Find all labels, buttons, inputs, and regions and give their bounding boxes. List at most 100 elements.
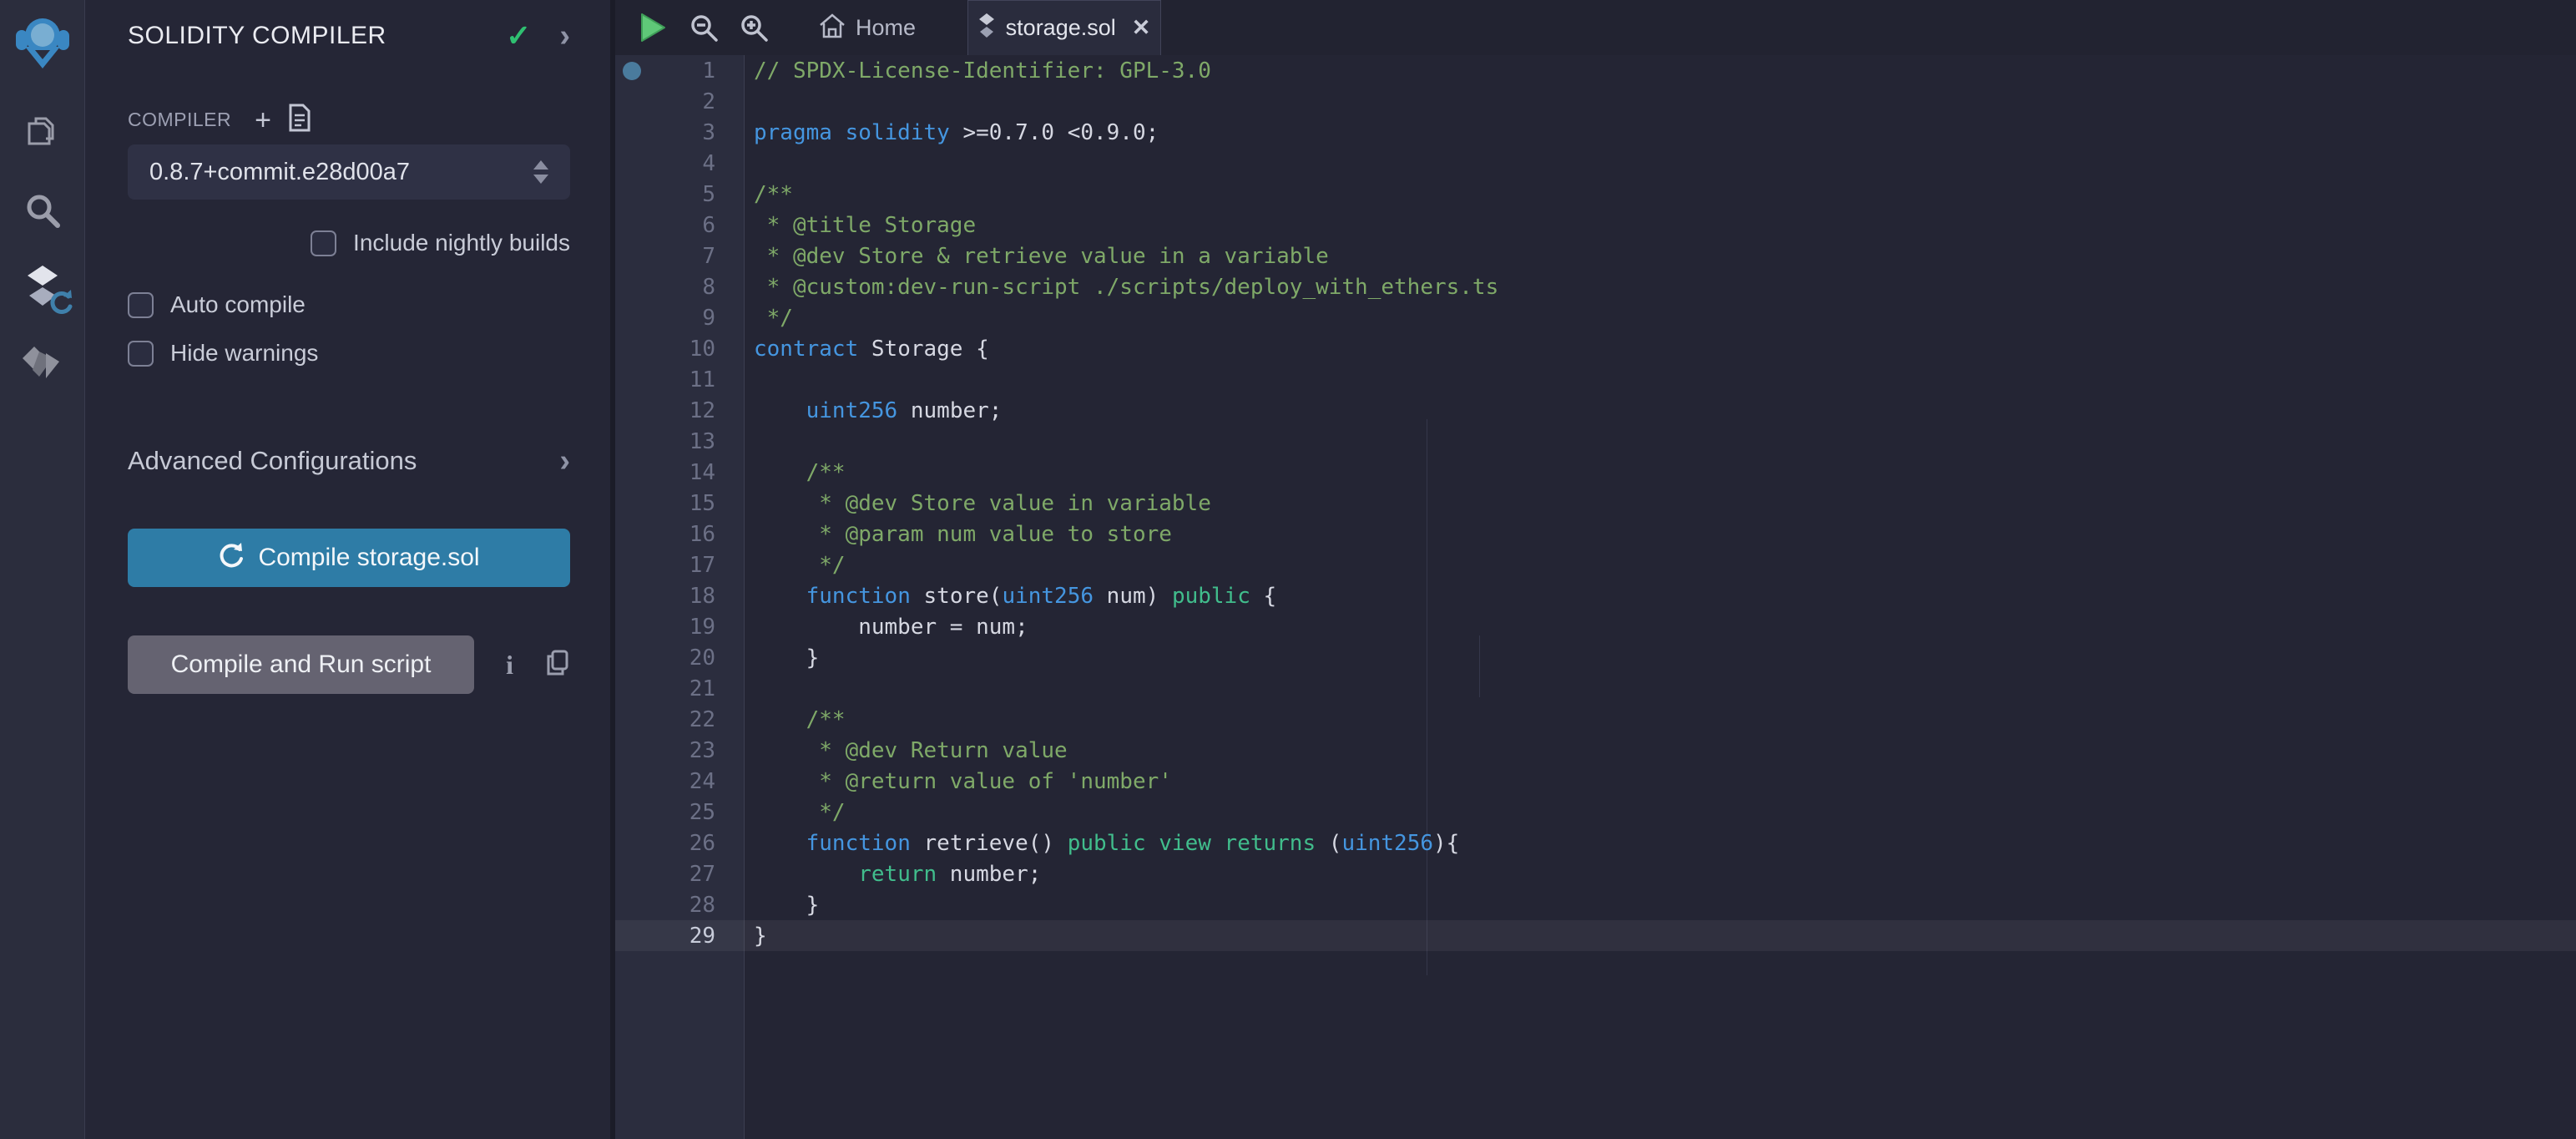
- code-line[interactable]: 13: [615, 426, 2576, 457]
- search-icon[interactable]: [19, 189, 66, 232]
- remix-logo-icon[interactable]: [15, 13, 70, 75]
- copy-icon[interactable]: [545, 650, 570, 681]
- code-line[interactable]: 14 /**: [615, 457, 2576, 488]
- hide-warnings-checkbox[interactable]: [128, 341, 154, 367]
- code-line[interactable]: 18 function store(uint256 num) public {: [615, 580, 2576, 611]
- code-line[interactable]: 7 * @dev Store & retrieve value in a var…: [615, 240, 2576, 271]
- code-line[interactable]: 29}: [615, 920, 2576, 951]
- code-line[interactable]: 1// SPDX-License-Identifier: GPL-3.0: [615, 55, 2576, 86]
- line-number: 3: [649, 120, 745, 145]
- code-line[interactable]: 4: [615, 148, 2576, 179]
- code-line-text: * @dev Return value: [745, 738, 1068, 763]
- code-line[interactable]: 26 function retrieve() public view retur…: [615, 828, 2576, 858]
- line-number: 18: [649, 584, 745, 609]
- code-line[interactable]: 9 */: [615, 302, 2576, 333]
- line-number: 15: [649, 491, 745, 516]
- solidity-compiler-icon[interactable]: [19, 266, 66, 309]
- compile-button[interactable]: Compile storage.sol: [128, 529, 570, 587]
- code-line-text: * @title Storage: [745, 213, 976, 238]
- breakpoint-margin[interactable]: [615, 62, 649, 80]
- compiler-section-row: COMPILER +: [128, 104, 570, 136]
- code-line-text: * @return value of 'number': [745, 769, 1172, 794]
- line-number: 4: [649, 151, 745, 176]
- compile-refresh-icon: [218, 541, 245, 575]
- code-line[interactable]: 24 * @return value of 'number': [615, 766, 2576, 797]
- auto-compile-checkbox[interactable]: [128, 292, 154, 318]
- code-line-text: }: [745, 645, 819, 671]
- line-number: 25: [649, 800, 745, 825]
- icon-rail: [0, 0, 85, 1139]
- compiler-version-select[interactable]: 0.8.7+commit.e28d00a7: [128, 144, 570, 200]
- code-line[interactable]: 17 */: [615, 549, 2576, 580]
- code-line[interactable]: 3pragma solidity >=0.7.0 <0.9.0;: [615, 117, 2576, 148]
- line-number: 10: [649, 337, 745, 362]
- line-number: 23: [649, 738, 745, 763]
- code-line[interactable]: 5/**: [615, 179, 2576, 210]
- tab-home[interactable]: Home: [819, 13, 916, 43]
- code-line[interactable]: 25 */: [615, 797, 2576, 828]
- code-line-text: * @dev Store value in variable: [745, 491, 1211, 516]
- code-line[interactable]: 6 * @title Storage: [615, 210, 2576, 240]
- code-line-text: */: [745, 553, 846, 578]
- code-line[interactable]: 15 * @dev Store value in variable: [615, 488, 2576, 519]
- line-number: 1: [649, 58, 745, 84]
- line-number: 14: [649, 460, 745, 485]
- code-line[interactable]: 12 uint256 number;: [615, 395, 2576, 426]
- code-line[interactable]: 22 /**: [615, 704, 2576, 735]
- code-line[interactable]: 27 return number;: [615, 858, 2576, 889]
- line-number: 19: [649, 615, 745, 640]
- line-number: 21: [649, 676, 745, 701]
- run-script-play-icon[interactable]: [637, 9, 669, 46]
- deploy-run-icon[interactable]: [19, 342, 66, 386]
- line-number: 13: [649, 429, 745, 454]
- zoom-out-icon[interactable]: [687, 9, 720, 46]
- close-tab-icon[interactable]: ✕: [1132, 15, 1151, 41]
- code-line[interactable]: 10contract Storage {: [615, 333, 2576, 364]
- code-line[interactable]: 19 number = num;: [615, 611, 2576, 642]
- compiler-docs-icon[interactable]: [288, 104, 311, 136]
- editor-topbar: Home storage.sol ✕: [615, 0, 2576, 55]
- tab-home-label: Home: [856, 15, 916, 41]
- code-line[interactable]: 28 }: [615, 889, 2576, 920]
- code-line-text: */: [745, 306, 793, 331]
- advanced-configurations-toggle[interactable]: Advanced Configurations ›: [128, 445, 570, 477]
- line-number: 5: [649, 182, 745, 207]
- line-number: 8: [649, 275, 745, 300]
- code-line[interactable]: 11: [615, 364, 2576, 395]
- panel-header: SOLIDITY COMPILER ✓ ›: [128, 18, 570, 53]
- compiler-version-value: 0.8.7+commit.e28d00a7: [149, 159, 533, 186]
- compile-and-run-row: Compile and Run script i: [128, 635, 570, 694]
- code-line[interactable]: 20 }: [615, 642, 2576, 673]
- line-number: 16: [649, 522, 745, 547]
- add-custom-compiler-icon[interactable]: +: [255, 106, 271, 134]
- advanced-configurations-label: Advanced Configurations: [128, 446, 559, 476]
- info-icon[interactable]: i: [506, 650, 513, 681]
- tab-storage-sol[interactable]: storage.sol ✕: [967, 0, 1161, 55]
- code-line-text: pragma solidity >=0.7.0 <0.9.0;: [745, 120, 1159, 145]
- code-line-text: function store(uint256 num) public {: [745, 584, 1276, 609]
- home-icon: [819, 13, 846, 43]
- file-explorer-icon[interactable]: [19, 112, 66, 155]
- code-line[interactable]: 23 * @dev Return value: [615, 735, 2576, 766]
- line-number: 17: [649, 553, 745, 578]
- code-line-text: /**: [745, 182, 793, 207]
- code-line-text: uint256 number;: [745, 398, 1002, 423]
- code-line[interactable]: 2: [615, 86, 2576, 117]
- zoom-in-icon[interactable]: [737, 9, 770, 46]
- code-line[interactable]: 21: [615, 673, 2576, 704]
- collapse-panel-chevron-icon[interactable]: ›: [559, 20, 570, 52]
- code-editor[interactable]: 1// SPDX-License-Identifier: GPL-3.023pr…: [615, 55, 2576, 1139]
- line-number: 9: [649, 306, 745, 331]
- code-line-text: * @param num value to store: [745, 522, 1172, 547]
- line-number: 26: [649, 831, 745, 856]
- compile-and-run-button[interactable]: Compile and Run script: [128, 635, 474, 694]
- line-number: 20: [649, 645, 745, 671]
- code-line[interactable]: 8 * @custom:dev-run-script ./scripts/dep…: [615, 271, 2576, 302]
- code-line-text: }: [745, 893, 819, 918]
- select-arrows-icon: [533, 160, 548, 184]
- line-number: 2: [649, 89, 745, 114]
- code-line[interactable]: 16 * @param num value to store: [615, 519, 2576, 549]
- include-nightly-checkbox[interactable]: [311, 230, 336, 256]
- line-number: 6: [649, 213, 745, 238]
- code-line-text: * @custom:dev-run-script ./scripts/deplo…: [745, 275, 1498, 300]
